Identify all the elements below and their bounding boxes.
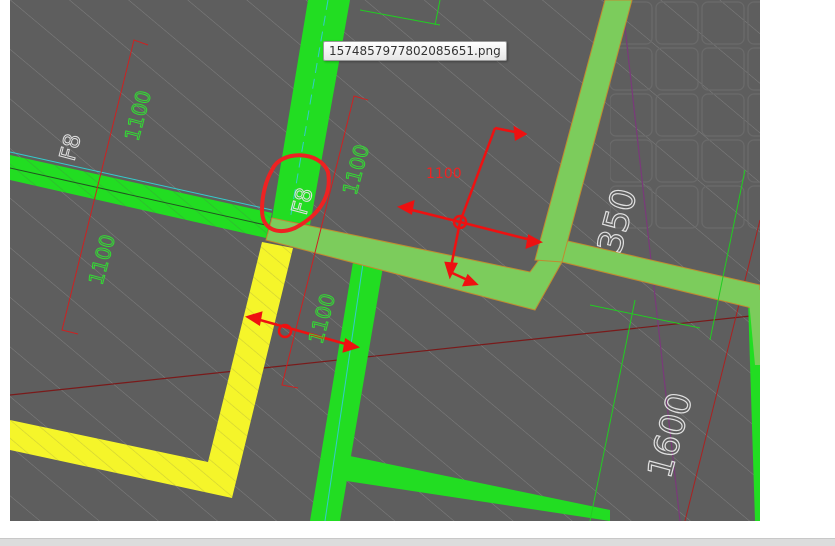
filename-tooltip: 1574857977802085651.png [323,41,507,61]
label-dim-1100-red: 1100 [426,166,462,182]
tooltip-filename: 1574857977802085651.png [329,44,501,58]
cad-drawing: F8 F8 1100 1100 1100 1100 1100 350 1600 [10,0,760,521]
cad-drawing-viewport[interactable]: F8 F8 1100 1100 1100 1100 1100 350 1600 [10,0,760,521]
